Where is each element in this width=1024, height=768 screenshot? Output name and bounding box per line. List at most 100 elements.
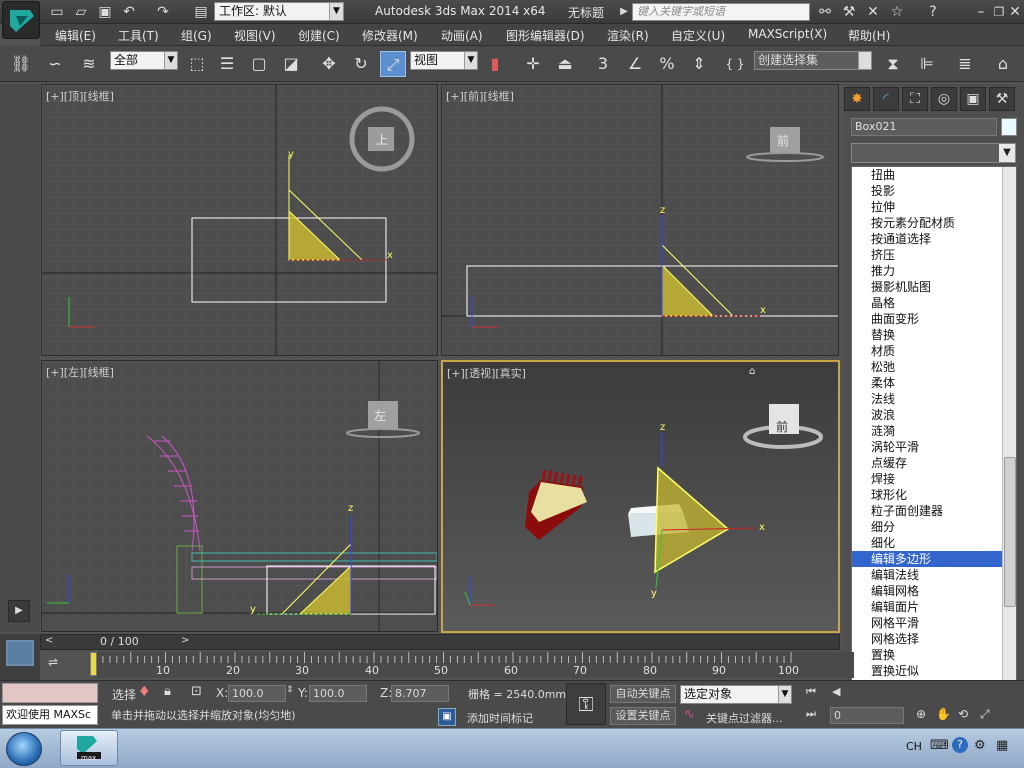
modifier-item[interactable]: 法线: [852, 391, 1016, 407]
new-file-icon[interactable]: ▭: [48, 3, 66, 21]
goto-start-icon[interactable]: ⏮: [806, 685, 816, 699]
window-crossing-icon[interactable]: ◪: [278, 51, 304, 77]
minimize-icon[interactable]: –: [972, 3, 990, 21]
modifier-item[interactable]: 挤压: [852, 247, 1016, 263]
lock-icon[interactable]: 🔒︎: [164, 684, 171, 699]
modifier-item[interactable]: 按通道选择: [852, 231, 1016, 247]
z-coordinate-field[interactable]: 8.707: [391, 685, 449, 702]
modifier-item[interactable]: 置换: [852, 647, 1016, 663]
named-selection-set-input[interactable]: 创建选择集 ▼: [754, 51, 872, 70]
x-coordinate-field[interactable]: 100.0: [228, 685, 286, 702]
goto-end-icon[interactable]: ⏭: [806, 707, 816, 721]
maxscript-listener-red[interactable]: [2, 683, 98, 703]
modifier-item[interactable]: 拉伸: [852, 199, 1016, 215]
scrollbar-thumb[interactable]: [1004, 457, 1016, 607]
edit-named-selection-icon[interactable]: { }: [722, 51, 748, 77]
menu-edit[interactable]: 编辑(E): [55, 27, 96, 44]
reference-coordinate-dropdown[interactable]: 视图 ▼: [410, 51, 478, 70]
modifier-item[interactable]: 点缓存: [852, 455, 1016, 471]
modifier-item[interactable]: 替换: [852, 327, 1016, 343]
menu-views[interactable]: 视图(V): [234, 27, 276, 44]
modifier-item[interactable]: 按元素分配材质: [852, 215, 1016, 231]
modifier-item[interactable]: 摄影机贴图: [852, 279, 1016, 295]
modifier-item[interactable]: 网格选择: [852, 631, 1016, 647]
close-icon[interactable]: ✕: [1006, 3, 1024, 21]
key-filters-button[interactable]: 关键点过滤器...: [706, 710, 783, 726]
x-spinner-icon[interactable]: ⇕: [286, 685, 294, 695]
select-by-name-icon[interactable]: ☰: [214, 51, 240, 77]
viewport-label[interactable]: [+][顶][线框]: [46, 88, 114, 104]
menu-graph-editors[interactable]: 图形编辑器(D): [506, 27, 585, 44]
modifier-item[interactable]: 推力: [852, 263, 1016, 279]
menu-customize[interactable]: 自定义(U): [671, 27, 725, 44]
zoom-icon[interactable]: ⊕: [916, 707, 926, 721]
maxscript-listener[interactable]: 欢迎使用 MAXSc: [2, 705, 98, 725]
viewcube-label[interactable]: 前: [776, 418, 788, 435]
search-input[interactable]: 键入关键字或短语: [632, 3, 810, 21]
redo-icon[interactable]: ↷: [154, 3, 172, 21]
favorites-star-icon[interactable]: ☆: [888, 3, 906, 21]
mirror-icon[interactable]: ⧗: [880, 51, 906, 77]
modifier-item[interactable]: 网格平滑: [852, 615, 1016, 631]
help-icon[interactable]: ?: [924, 3, 942, 21]
modifier-item[interactable]: 球形化: [852, 487, 1016, 503]
absolute-mode-icon[interactable]: ⊡: [191, 684, 202, 699]
start-button-icon[interactable]: [6, 732, 42, 766]
maximize-viewport-icon[interactable]: ⤢: [980, 707, 990, 722]
scale-icon[interactable]: ⤢: [380, 51, 406, 77]
viewport-front[interactable]: [+][前][线框] z x 前: [441, 84, 839, 356]
track-bar[interactable]: 10 20 30 40 50 60 70 80 90 100: [94, 652, 854, 678]
dropdown-scrollbar[interactable]: [1002, 167, 1016, 711]
viewport-left[interactable]: [+][左][线框] z y 左: [41, 360, 438, 632]
rectangle-selection-icon[interactable]: ▢: [246, 51, 272, 77]
exchange-icon[interactable]: ✕: [864, 3, 882, 21]
workspace-dropdown[interactable]: 工作区: 默认 ▼: [214, 2, 344, 21]
menu-animation[interactable]: 动画(A): [441, 27, 483, 44]
modifier-list-dropdown[interactable]: ▼: [851, 143, 1016, 163]
modifier-item[interactable]: 涟漪: [852, 423, 1016, 439]
viewcube-label[interactable]: 左: [374, 407, 386, 424]
menu-help[interactable]: 帮助(H): [848, 27, 890, 44]
save-icon[interactable]: ▣: [96, 3, 114, 21]
time-prev-icon[interactable]: <: [45, 635, 53, 646]
viewport-layout-button[interactable]: [0, 634, 40, 680]
add-time-tag-button[interactable]: 添加时间标记: [467, 710, 533, 726]
expand-arrow-icon[interactable]: ▶: [615, 3, 633, 21]
viewport-label[interactable]: [+][左][线框]: [46, 364, 114, 380]
keyboard-icon[interactable]: ⌨: [930, 738, 949, 753]
pivot-center-icon[interactable]: ▮: [482, 51, 508, 77]
help-tray-icon[interactable]: ?: [952, 737, 968, 753]
keyboard-shortcut-icon[interactable]: ⏏: [552, 51, 578, 77]
display-tab-icon[interactable]: ▣: [960, 87, 986, 111]
modifier-dropdown-list[interactable]: 扭曲 投影 拉伸 按元素分配材质 按通道选择 挤压 推力 摄影机贴图 晶格 曲面变形 替换 材质 松弛柔…: [851, 166, 1017, 712]
pan-icon[interactable]: ✋: [936, 707, 951, 721]
percent-snap-icon[interactable]: %: [654, 51, 680, 77]
time-marker[interactable]: [90, 652, 97, 676]
selection-filter-dropdown[interactable]: 全部 ▼: [110, 51, 178, 70]
modifier-item[interactable]: 涡轮平滑: [852, 439, 1016, 455]
menu-group[interactable]: 组(G): [181, 27, 212, 44]
object-color-swatch[interactable]: [1001, 118, 1017, 136]
menu-modifiers[interactable]: 修改器(M): [362, 27, 418, 44]
hierarchy-tab-icon[interactable]: ⛶: [902, 87, 928, 111]
modifier-item[interactable]: 晶格: [852, 295, 1016, 311]
open-file-icon[interactable]: ▱: [72, 3, 90, 21]
modifier-item[interactable]: 焊接: [852, 471, 1016, 487]
undo-icon[interactable]: ↶: [120, 3, 138, 21]
track-bar-toggle-icon[interactable]: ⇌: [48, 655, 76, 675]
current-frame-field[interactable]: 0: [830, 707, 904, 724]
select-object-icon[interactable]: ⬚: [184, 51, 210, 77]
viewport-perspective[interactable]: [+][透视][真实] z x y 前 ⌂: [441, 360, 840, 633]
modifier-item[interactable]: 波浪: [852, 407, 1016, 423]
modifier-item[interactable]: 柔体: [852, 375, 1016, 391]
modifier-item[interactable]: 细分: [852, 519, 1016, 535]
binoculars-icon[interactable]: ⚯: [816, 3, 834, 21]
modifier-item[interactable]: 曲面变形: [852, 311, 1016, 327]
app-logo-button[interactable]: [2, 1, 40, 39]
viewcube-label[interactable]: 上: [376, 131, 388, 148]
bind-spacewarp-icon[interactable]: ≋: [76, 51, 102, 77]
time-tag-icon[interactable]: ▣: [438, 708, 456, 726]
key-selection-dropdown[interactable]: 选定对象 ▼: [680, 685, 792, 704]
link-icon[interactable]: ⛓: [8, 51, 34, 77]
time-slider[interactable]: < >: [40, 634, 840, 650]
